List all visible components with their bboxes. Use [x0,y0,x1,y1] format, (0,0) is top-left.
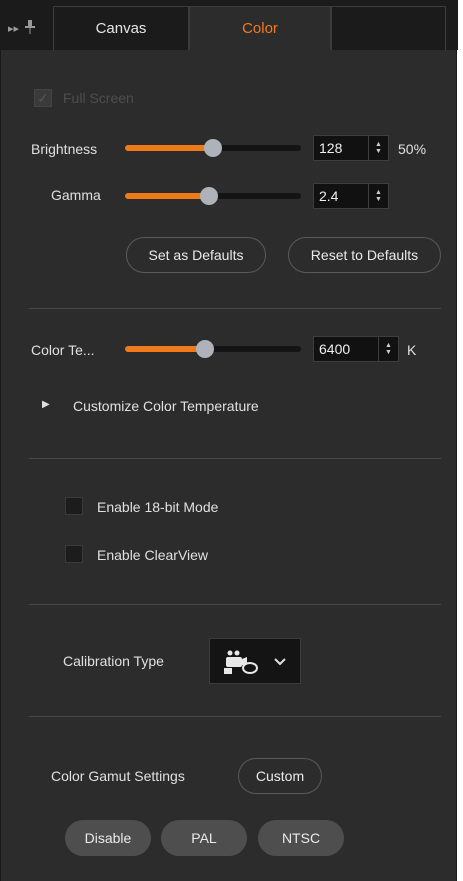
color-temp-slider[interactable] [125,340,301,358]
gamma-spinbox[interactable]: 2.4 ▲ ▼ [313,183,389,209]
tab-canvas[interactable]: Canvas [53,6,189,50]
tab-color[interactable]: Color [189,6,331,50]
brightness-spinbox[interactable]: 128 ▲ ▼ [313,135,389,161]
gamut-custom-button[interactable]: Custom [238,758,322,794]
brightness-label: Brightness [31,141,98,157]
gamma-thumb[interactable] [200,187,218,205]
brightness-value[interactable]: 128 [314,140,368,156]
reset-to-defaults-button[interactable]: Reset to Defaults [288,237,441,273]
enable-18bit-checkbox[interactable] [65,497,83,515]
brightness-fill [125,145,213,151]
color-gamut-label: Color Gamut Settings [51,768,185,784]
pin-icon[interactable] [25,19,36,37]
customize-color-temp-toggle[interactable]: Customize Color Temperature [73,398,259,414]
section-divider [29,458,441,459]
color-temp-fill [125,346,205,352]
tab-bar-filler [331,6,446,50]
color-settings-panel: ▸▸ Canvas Color ✓ Full Screen Brightness… [0,0,458,881]
enable-clearview-checkbox[interactable] [65,545,83,563]
brightness-slider[interactable] [125,139,301,157]
brightness-percent: 50% [398,141,427,157]
gamma-slider[interactable] [125,187,301,205]
full-screen-label: Full Screen [63,90,134,106]
spin-arrows-icon[interactable]: ▲ ▼ [378,337,398,361]
section-divider [29,716,441,717]
set-as-defaults-button[interactable]: Set as Defaults [126,237,266,273]
expand-triangle-icon[interactable]: ▶ [42,399,50,410]
calibration-type-label: Calibration Type [63,653,164,669]
brightness-thumb[interactable] [204,139,222,157]
full-screen-checkbox: ✓ [34,89,52,107]
chevron-down-icon[interactable] [274,653,286,669]
spin-arrows-icon[interactable]: ▲ ▼ [368,184,388,208]
color-temp-value[interactable]: 6400 [314,341,378,357]
gamma-fill [125,193,209,199]
color-temp-unit: K [407,342,417,358]
tab-bar: ▸▸ Canvas Color [1,0,458,50]
color-temp-spinbox[interactable]: 6400 ▲ ▼ [313,336,399,362]
gamut-disable-button[interactable]: Disable [65,820,151,856]
expand-arrows-icon[interactable]: ▸▸ [8,22,19,35]
section-divider [29,604,441,605]
gamma-label: Gamma [51,187,101,203]
calibration-camera-icon [224,649,258,678]
gamut-ntsc-button[interactable]: NTSC [258,820,344,856]
spin-arrows-icon[interactable]: ▲ ▼ [368,136,388,160]
enable-18bit-label[interactable]: Enable 18-bit Mode [97,499,218,515]
enable-clearview-label[interactable]: Enable ClearView [97,547,208,563]
panel-tools: ▸▸ [8,18,48,38]
gamma-value[interactable]: 2.4 [314,188,368,204]
color-temp-thumb[interactable] [196,340,214,358]
section-divider [29,308,441,309]
gamut-pal-button[interactable]: PAL [161,820,247,856]
calibration-type-dropdown[interactable] [209,638,301,684]
color-temp-label: Color Te... [31,342,95,358]
